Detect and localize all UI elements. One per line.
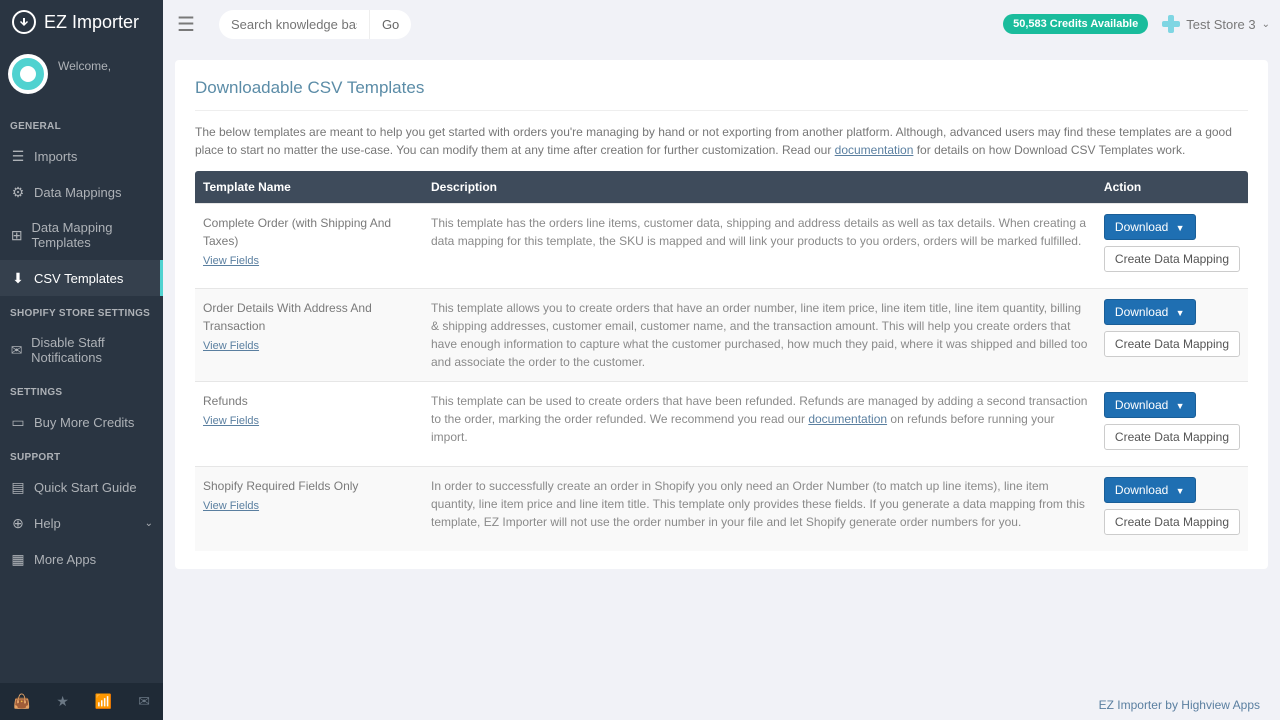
view-fields-link[interactable]: View Fields: [203, 498, 259, 515]
col-description: Description: [423, 171, 1096, 204]
table-row: Complete Order (with Shipping And Taxes)…: [195, 204, 1248, 289]
star-icon[interactable]: ★: [56, 693, 69, 710]
sidebar-item-imports[interactable]: ☰ Imports: [0, 138, 163, 174]
sidebar-item-data-mappings[interactable]: ⚙ Data Mappings: [0, 174, 163, 210]
footer: EZ Importer by Highview Apps: [163, 690, 1280, 720]
caret-down-icon: ▼: [1176, 401, 1185, 411]
globe-icon: ⊕: [10, 515, 26, 531]
template-description: This template has the orders line items,…: [423, 204, 1096, 289]
caret-down-icon: ▼: [1176, 486, 1185, 496]
sidebar-bottom: 👜 ★ 📶 ✉: [0, 683, 163, 720]
col-template-name: Template Name: [195, 171, 423, 204]
credit-card-icon: ▭: [10, 414, 26, 430]
doc-link[interactable]: documentation: [835, 143, 914, 157]
panel: Downloadable CSV Templates The below tem…: [175, 60, 1268, 569]
book-icon: ▤: [10, 479, 26, 495]
search-input[interactable]: [219, 10, 369, 39]
col-action: Action: [1096, 171, 1248, 204]
sidebar-item-data-mapping-templates[interactable]: ⊞ Data Mapping Templates: [0, 210, 163, 260]
search: Go: [219, 10, 411, 39]
sidebar-item-help[interactable]: ⊕ Help ⌄: [0, 505, 163, 541]
table-row: Order Details With Address And Transacti…: [195, 289, 1248, 382]
table-row: Refunds View Fields This template can be u…: [195, 382, 1248, 467]
store-selector[interactable]: Test Store 3 ⌄: [1162, 15, 1270, 33]
view-fields-link[interactable]: View Fields: [203, 338, 259, 355]
sidebar-item-disable-staff[interactable]: ✉ Disable Staff Notifications: [0, 325, 163, 375]
download-button[interactable]: Download ▼: [1104, 214, 1196, 240]
app-name: EZ Importer: [44, 12, 139, 33]
template-description: This template allows you to create order…: [423, 289, 1096, 382]
envelope-icon[interactable]: ✉: [138, 693, 150, 710]
download-icon: ⬇: [10, 270, 26, 286]
topbar: ☰ Go 50,583 Credits Available Test Store…: [163, 0, 1280, 48]
view-fields-link[interactable]: View Fields: [203, 253, 259, 270]
download-button[interactable]: Download ▼: [1104, 299, 1196, 325]
welcome-name: [58, 75, 111, 89]
mail-icon: ✉: [10, 342, 23, 358]
app-logo[interactable]: EZ Importer: [0, 0, 163, 44]
avatar: [8, 54, 48, 94]
table-row: Shopify Required Fields Only View Fields I…: [195, 467, 1248, 552]
sidebar-item-more-apps[interactable]: ▦ More Apps: [0, 541, 163, 577]
sidebar-item-csv-templates[interactable]: ⬇ CSV Templates: [0, 260, 163, 296]
section-settings: SETTINGS: [0, 375, 163, 404]
template-name: Refunds: [203, 392, 415, 410]
section-support: SUPPORT: [0, 440, 163, 469]
create-mapping-button[interactable]: Create Data Mapping: [1104, 246, 1240, 272]
caret-down-icon: ▼: [1176, 223, 1185, 233]
welcome-label: Welcome,: [58, 59, 111, 73]
create-mapping-button[interactable]: Create Data Mapping: [1104, 424, 1240, 450]
download-button[interactable]: Download ▼: [1104, 392, 1196, 418]
welcome: Welcome,: [0, 44, 163, 109]
template-description: This template can be used to create orde…: [423, 382, 1096, 467]
create-mapping-button[interactable]: Create Data Mapping: [1104, 509, 1240, 535]
sidebar-item-buy-credits[interactable]: ▭ Buy More Credits: [0, 404, 163, 440]
templates-table: Template Name Description Action Complet…: [195, 171, 1248, 551]
template-name: Shopify Required Fields Only: [203, 477, 415, 495]
bag-icon[interactable]: 👜: [13, 693, 30, 710]
list-icon: ☰: [10, 148, 26, 164]
import-icon: [12, 10, 36, 34]
template-name: Order Details With Address And Transacti…: [203, 299, 415, 335]
sidebar: EZ Importer Welcome, GENERAL ☰ Imports ⚙…: [0, 0, 163, 720]
credits-badge: 50,583 Credits Available: [1003, 14, 1148, 34]
search-go-button[interactable]: Go: [369, 10, 411, 39]
template-description: In order to successfully create an order…: [423, 467, 1096, 552]
rss-icon[interactable]: 📶: [95, 693, 112, 710]
template-icon: ⊞: [10, 227, 24, 243]
create-mapping-button[interactable]: Create Data Mapping: [1104, 331, 1240, 357]
caret-down-icon: ▼: [1176, 308, 1185, 318]
page-title: Downloadable CSV Templates: [195, 78, 1248, 98]
intro-text: The below templates are meant to help yo…: [195, 123, 1248, 159]
doc-link[interactable]: documentation: [808, 412, 887, 426]
chevron-down-icon: ⌄: [1262, 19, 1270, 30]
download-button[interactable]: Download ▼: [1104, 477, 1196, 503]
sidebar-item-quick-start[interactable]: ▤ Quick Start Guide: [0, 469, 163, 505]
view-fields-link[interactable]: View Fields: [203, 413, 259, 430]
section-general: GENERAL: [0, 109, 163, 138]
sliders-icon: ⚙: [10, 184, 26, 200]
grid-icon: ▦: [10, 551, 26, 567]
store-icon: [1162, 15, 1180, 33]
section-shopify: SHOPIFY STORE SETTINGS: [0, 296, 163, 325]
template-name: Complete Order (with Shipping And Taxes): [203, 214, 415, 250]
hamburger-icon[interactable]: ☰: [177, 12, 195, 37]
chevron-down-icon: ⌄: [145, 518, 153, 529]
main: ☰ Go 50,583 Credits Available Test Store…: [163, 0, 1280, 720]
